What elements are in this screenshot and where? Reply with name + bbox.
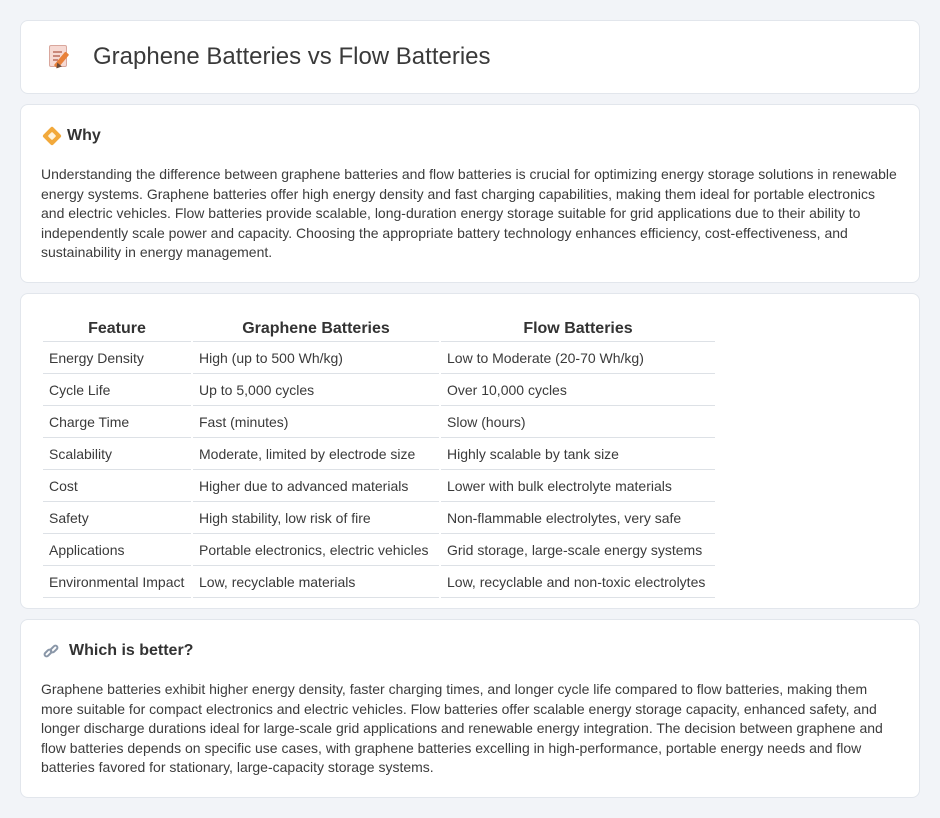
table-row: Applications Portable electronics, elect… (43, 536, 715, 566)
better-header: Which is better? (42, 642, 194, 660)
table-row: Charge Time Fast (minutes) Slow (hours) (43, 408, 715, 438)
table-row: Scalability Moderate, limited by electro… (43, 440, 715, 470)
comparison-table: Feature Graphene Batteries Flow Batterie… (41, 314, 717, 600)
flow-cell: Over 10,000 cycles (441, 376, 715, 406)
why-header: Why (42, 126, 101, 146)
feature-cell: Cost (43, 472, 191, 502)
flow-cell: Grid storage, large-scale energy systems (441, 536, 715, 566)
document-edit-icon (45, 43, 73, 71)
better-heading: Which is better? (69, 642, 194, 659)
graphene-cell: Moderate, limited by electrode size (193, 440, 439, 470)
feature-cell: Safety (43, 504, 191, 534)
graphene-cell: High stability, low risk of fire (193, 504, 439, 534)
which-is-better-section: Which is better? Graphene batteries exhi… (20, 619, 920, 798)
comparison-section: Feature Graphene Batteries Flow Batterie… (20, 293, 920, 609)
graphene-cell: High (up to 500 Wh/kg) (193, 344, 439, 374)
flow-cell: Non-flammable electrolytes, very safe (441, 504, 715, 534)
graphene-cell: Up to 5,000 cycles (193, 376, 439, 406)
table-row: Environmental Impact Low, recyclable mat… (43, 568, 715, 598)
title-card: Graphene Batteries vs Flow Batteries (20, 20, 920, 94)
table-row: Safety High stability, low risk of fire … (43, 504, 715, 534)
table-header-row: Feature Graphene Batteries Flow Batterie… (43, 316, 715, 342)
page-title: Graphene Batteries vs Flow Batteries (93, 43, 491, 70)
link-icon (42, 643, 61, 659)
flow-cell: Low, recyclable and non-toxic electrolyt… (441, 568, 715, 598)
flow-cell: Lower with bulk electrolyte materials (441, 472, 715, 502)
graphene-cell: Higher due to advanced materials (193, 472, 439, 502)
diamond-warning-icon (42, 126, 62, 146)
table-row: Energy Density High (up to 500 Wh/kg) Lo… (43, 344, 715, 374)
why-text: Understanding the difference between gra… (41, 166, 897, 261)
feature-cell: Scalability (43, 440, 191, 470)
header-feature: Feature (43, 316, 191, 342)
flow-cell: Highly scalable by tank size (441, 440, 715, 470)
table-row: Cost Higher due to advanced materials Lo… (43, 472, 715, 502)
header-graphene: Graphene Batteries (193, 316, 439, 342)
header-flow: Flow Batteries (441, 316, 715, 342)
flow-cell: Slow (hours) (441, 408, 715, 438)
graphene-cell: Low, recyclable materials (193, 568, 439, 598)
graphene-cell: Fast (minutes) (193, 408, 439, 438)
title-row: Graphene Batteries vs Flow Batteries (45, 43, 491, 71)
table-row: Cycle Life Up to 5,000 cycles Over 10,00… (43, 376, 715, 406)
feature-cell: Cycle Life (43, 376, 191, 406)
feature-cell: Energy Density (43, 344, 191, 374)
feature-cell: Charge Time (43, 408, 191, 438)
feature-cell: Environmental Impact (43, 568, 191, 598)
why-heading: Why (67, 127, 101, 144)
flow-cell: Low to Moderate (20-70 Wh/kg) (441, 344, 715, 374)
better-text: Graphene batteries exhibit higher energy… (41, 681, 883, 776)
why-section: Why Understanding the difference between… (20, 104, 920, 283)
feature-cell: Applications (43, 536, 191, 566)
graphene-cell: Portable electronics, electric vehicles (193, 536, 439, 566)
